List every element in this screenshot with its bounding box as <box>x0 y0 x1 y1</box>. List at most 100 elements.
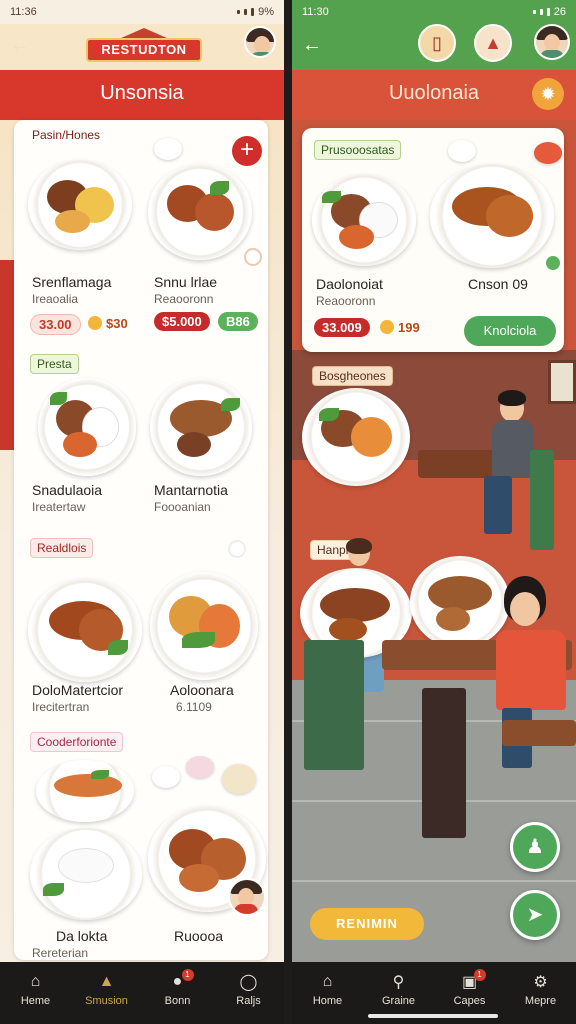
page-title: Unsonsia <box>0 70 284 120</box>
settings-icon: ⚙ <box>533 974 548 991</box>
dish-name: Mantarnotia <box>154 482 228 498</box>
nav-orders[interactable]: ● 1 Bonn <box>148 969 208 1007</box>
dish-subtitle: 6.1109 <box>176 700 212 714</box>
page-title: Uuolonaia ✹ <box>292 70 576 120</box>
dish-name: Srenflamaga <box>32 274 112 290</box>
decorative-banner <box>0 260 14 450</box>
dish-image[interactable] <box>150 378 252 476</box>
dish-name: Aoloonara <box>170 682 234 698</box>
status-bar: 11:30 26 <box>292 0 576 24</box>
chef-icon[interactable]: ♟ <box>510 822 560 872</box>
price-badge: 33.00 <box>30 314 81 335</box>
battery-label: 9% <box>258 6 274 18</box>
dish-subtitle: Irecitertran <box>32 700 90 714</box>
status-time: 11:36 <box>10 6 37 18</box>
profile-icon: ▲ <box>98 973 115 990</box>
dish-name: DoloMatertcior <box>32 682 124 698</box>
bottom-nav: ⌂ Home ⚲ Graine ▣ 1 Capes ⚙ Mepre <box>292 962 576 1024</box>
status-bar: 11:36 9% <box>0 0 284 24</box>
coin-price: $30 <box>88 314 136 333</box>
dish-image[interactable] <box>30 828 142 920</box>
search-icon: ⚲ <box>392 974 405 991</box>
dish-image[interactable] <box>28 160 132 250</box>
chef-avatar[interactable] <box>228 878 266 916</box>
sauce-bowl <box>154 138 182 160</box>
dish-subtitle: Ireatertaw <box>32 500 86 514</box>
home-indicator[interactable] <box>368 1014 498 1018</box>
reserve-button[interactable]: RENIMIN <box>310 908 424 940</box>
dish-image[interactable] <box>148 164 252 260</box>
dish-image[interactable] <box>28 578 142 682</box>
send-icon[interactable]: ➤ <box>510 890 560 940</box>
avatar[interactable] <box>534 24 570 60</box>
nav-settings[interactable]: ⚙ Mepre <box>511 973 571 1007</box>
status-icons: 26 <box>532 6 566 18</box>
restaurant-icon[interactable]: ▲ <box>474 24 512 62</box>
nav-help[interactable]: ◯ Raljs <box>219 973 279 1007</box>
dish-name: Snnu lrlae <box>154 274 218 290</box>
dish-name: Da lokta <box>56 928 108 944</box>
section-tag: Realdlois <box>30 538 94 558</box>
dish-name: Snadulaoia <box>32 482 103 498</box>
nav-home[interactable]: ⌂ Home <box>298 973 358 1007</box>
right-screen: 11:30 26 ← ▯ ▲ Uuolonaia ✹ Bosgheones Ha… <box>292 0 576 1024</box>
restaurant-logo: RESTUDTON <box>86 28 202 64</box>
home-icon: ⌂ <box>322 973 333 990</box>
help-icon: ◯ <box>239 974 258 991</box>
sauce-bowl <box>448 140 476 162</box>
nav-home[interactable]: ⌂ Heme <box>6 973 66 1007</box>
sauce-bowl <box>222 764 256 794</box>
notification-badge: 1 <box>473 969 486 981</box>
section-tag: Presta <box>30 354 79 374</box>
sun-icon[interactable]: ✹ <box>532 78 564 110</box>
dish-image[interactable] <box>302 388 410 486</box>
dish-subtitle: Reaooronn <box>154 292 214 306</box>
chair <box>422 688 466 838</box>
diner <box>476 576 576 776</box>
dish-subtitle: Foooanian <box>154 500 211 514</box>
dish-image[interactable] <box>36 760 134 822</box>
section-tag: Cooderforionte <box>30 732 124 752</box>
favorite-icon[interactable] <box>244 248 262 266</box>
sauce-bowl <box>534 142 562 164</box>
chair <box>530 450 554 550</box>
dish-name: Ruoooa <box>174 928 224 944</box>
window <box>548 360 576 404</box>
home-icon: ⌂ <box>30 973 41 990</box>
dish-subtitle: Ireaoalia <box>32 292 79 306</box>
battery-label: 26 <box>553 6 566 18</box>
coin-price: 199 <box>380 318 428 337</box>
check-icon <box>544 254 562 272</box>
table <box>502 720 576 746</box>
back-arrow-icon[interactable]: ← <box>302 34 324 56</box>
order-button[interactable]: Knolciola <box>464 316 556 346</box>
status-time: 11:30 <box>302 6 329 18</box>
bottom-nav: ⌂ Heme ▲ Smusion ● 1 Bonn ◯ Raljs <box>0 962 284 1024</box>
add-button[interactable]: + <box>232 136 262 166</box>
nav-profile[interactable]: ▲ Smusion <box>77 973 137 1007</box>
notification-badge: 1 <box>181 969 194 981</box>
menu-card: Pasin/Hones + Srenflamaga Ireaoalia 33.0… <box>14 120 268 960</box>
dish-image[interactable] <box>150 572 258 680</box>
chair <box>304 640 364 770</box>
dish-image[interactable] <box>312 174 416 266</box>
section-tag: Pasin/Hones <box>32 128 101 142</box>
status-icons: 9% <box>237 6 274 18</box>
price-badge: $5.000 <box>154 312 210 331</box>
section-tag: Prusooosatas <box>314 140 402 160</box>
nav-cart[interactable]: ▣ 1 Capes <box>440 969 500 1007</box>
filter-icon[interactable] <box>228 540 246 558</box>
menu-book-icon[interactable]: ▯ <box>418 24 456 62</box>
dish-image[interactable] <box>38 378 136 476</box>
dish-subtitle: Reaooronn <box>316 294 376 308</box>
price-badge-green[interactable]: B86 <box>218 312 258 331</box>
back-arrow-icon[interactable]: ← <box>10 34 32 56</box>
dish-name: Cnson 09 <box>468 276 528 292</box>
featured-card[interactable]: Prusooosatas Daolonoiat Reaooronn Cnson … <box>302 128 564 352</box>
nav-search[interactable]: ⚲ Graine <box>369 973 429 1007</box>
dish-subtitle: Rereterian <box>32 946 89 960</box>
avatar[interactable] <box>244 26 276 58</box>
section-tag: Bosgheones <box>312 366 393 386</box>
price-badge: 33.009 <box>314 318 370 337</box>
dish-image[interactable] <box>430 164 554 268</box>
